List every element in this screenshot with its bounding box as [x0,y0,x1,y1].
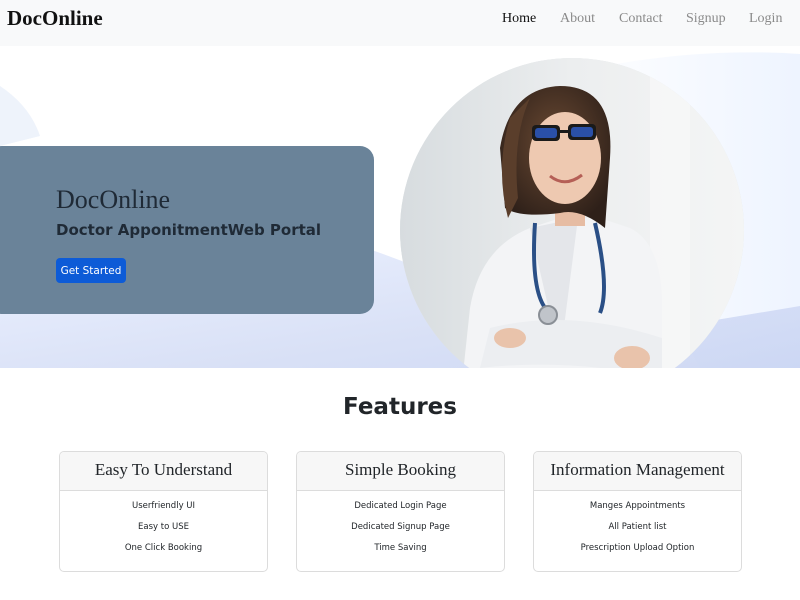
feature-card: Simple Booking Dedicated Login Page Dedi… [296,451,505,572]
nav-about[interactable]: About [560,11,595,27]
brand-logo[interactable]: DocOnline [7,6,103,31]
feature-card-title: Easy To Understand [60,452,267,491]
feature-item: Easy to USE [138,522,189,532]
nav-contact[interactable]: Contact [619,11,663,27]
feature-card: Information Management Manges Appointmen… [533,451,742,572]
feature-card-title: Information Management [534,452,741,491]
feature-card-title: Simple Booking [297,452,504,491]
navbar: DocOnline Home About Contact Signup Logi… [0,0,800,46]
nav-home[interactable]: Home [502,11,536,27]
feature-list: Manges Appointments All Patient list Pre… [534,491,741,564]
hero-subtitle: Doctor ApponitmentWeb Portal [56,221,322,239]
hero-section: DocOnline Doctor ApponitmentWeb Portal G… [0,46,800,368]
feature-item: Time Saving [374,543,427,553]
feature-item: Prescription Upload Option [580,543,695,553]
hero-title: DocOnline [56,185,171,214]
get-started-button[interactable]: Get Started [56,258,126,283]
feature-item: Dedicated Signup Page [351,522,450,532]
hero-card: DocOnline Doctor ApponitmentWeb Portal G… [0,146,374,314]
feature-list: Dedicated Login Page Dedicated Signup Pa… [297,491,504,564]
feature-item: Dedicated Login Page [354,501,447,511]
feature-item: One Click Booking [124,543,203,553]
feature-item: Manges Appointments [589,501,686,511]
nav-login[interactable]: Login [749,11,782,27]
feature-item: Userfriendly UI [131,501,196,511]
nav-signup[interactable]: Signup [686,11,726,27]
feature-card: Easy To Understand Userfriendly UI Easy … [59,451,268,572]
features-heading: Features [343,394,457,420]
feature-list: Userfriendly UI Easy to USE One Click Bo… [60,491,267,564]
feature-item: All Patient list [608,522,667,532]
